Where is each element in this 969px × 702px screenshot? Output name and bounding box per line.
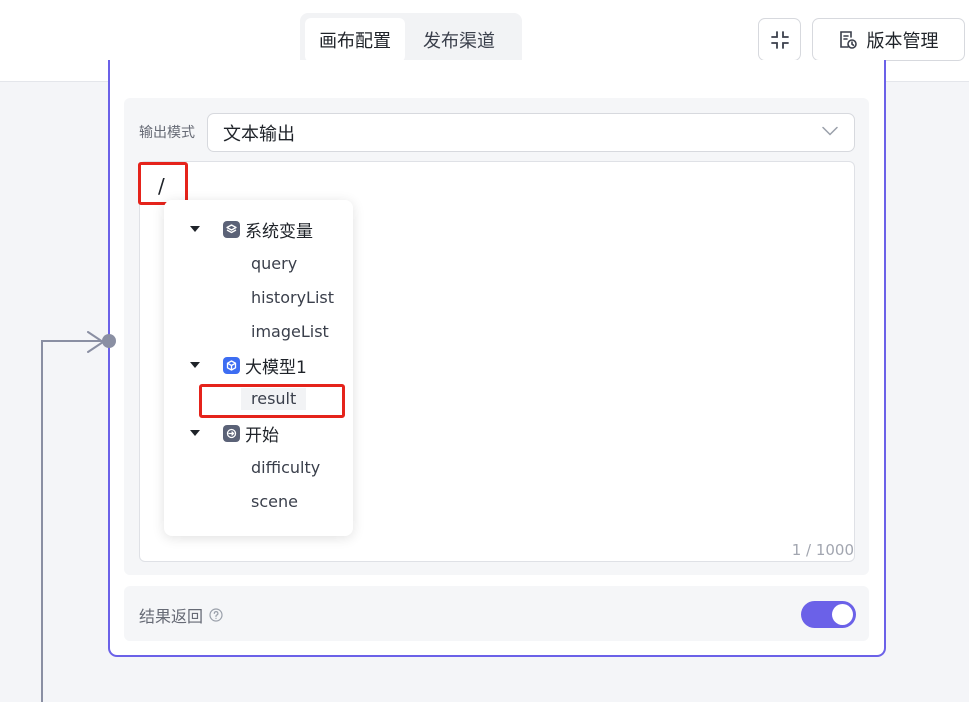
result-return-toggle[interactable] [801,601,856,628]
result-return-row: 结果返回 [139,603,223,627]
edge-line [41,341,43,702]
variable-item-query[interactable]: query [251,253,297,275]
variable-item-historylist[interactable]: historyList [251,287,334,309]
variable-item-difficulty[interactable]: difficulty [251,457,320,479]
toggle-knob [832,604,853,625]
version-management-label: 版本管理 [866,30,939,52]
result-return-label: 结果返回 [139,607,204,626]
variable-group-llm[interactable]: 大模型1 [185,351,307,379]
layers-icon [223,220,240,238]
version-management-button[interactable]: 版本管理 [812,18,965,61]
start-node-icon [223,424,240,442]
caret-down-icon[interactable] [185,226,205,232]
variable-group-start[interactable]: 开始 [185,419,279,447]
caret-down-icon[interactable] [185,430,205,436]
variable-item-imagelist[interactable]: imageList [251,321,329,343]
version-history-icon [839,31,857,49]
tab-publish-channels[interactable]: 发布渠道 [409,18,509,62]
output-mode-label: 输出模式 [139,125,195,141]
help-circle-icon[interactable] [209,608,223,622]
input-port[interactable] [102,334,116,348]
highlight-box-slash [138,162,188,205]
caret-down-icon[interactable] [185,362,205,368]
variable-item-scene[interactable]: scene [251,491,298,513]
view-tabs: 画布配置 发布渠道 [300,13,522,67]
variable-group-name: 大模型1 [245,357,307,378]
chevron-down-icon [822,126,838,136]
character-counter: 1 / 1000 [791,541,854,559]
variable-group-name: 系统变量 [245,221,313,242]
tab-canvas-config[interactable]: 画布配置 [305,18,405,62]
output-mode-value: 文本输出 [223,123,295,145]
highlight-box-result [199,384,345,418]
collapse-button[interactable] [758,18,801,61]
variable-group-system[interactable]: 系统变量 [185,215,313,243]
result-return-panel [124,586,869,641]
variable-group-name: 开始 [245,425,279,446]
collapse-icon [770,30,789,49]
output-mode-select[interactable]: 文本输出 [207,113,855,152]
model-cube-icon [223,356,240,374]
